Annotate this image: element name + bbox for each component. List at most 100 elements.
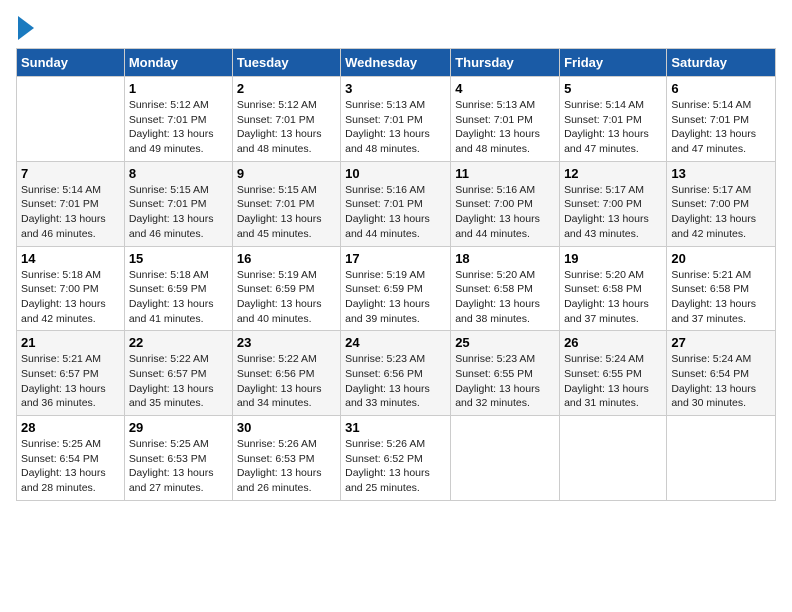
calendar-cell: 10 Sunrise: 5:16 AM Sunset: 7:01 PM Dayli…	[341, 161, 451, 246]
calendar-cell: 31Sunrise: 5:26 AM Sunset: 6:52 PM Dayli…	[341, 416, 451, 501]
day-number: 23	[237, 335, 336, 350]
day-number: 18	[455, 251, 555, 266]
calendar-header: SundayMondayTuesdayWednesdayThursdayFrid…	[17, 49, 776, 77]
calendar-cell: 25Sunrise: 5:23 AM Sunset: 6:55 PM Dayli…	[451, 331, 560, 416]
calendar-cell: 8 Sunrise: 5:15 AM Sunset: 7:01 PM Daylig…	[124, 161, 232, 246]
day-number: 10	[345, 166, 446, 181]
calendar-cell: 6 Sunrise: 5:14 AM Sunset: 7:01 PM Daylig…	[667, 77, 776, 162]
day-number: 14	[21, 251, 120, 266]
day-info: Sunrise: 5:13 AM Sunset: 7:01 PM Dayligh…	[345, 98, 446, 157]
calendar-cell: 23Sunrise: 5:22 AM Sunset: 6:56 PM Dayli…	[232, 331, 340, 416]
col-header-monday: Monday	[124, 49, 232, 77]
calendar-cell: 11 Sunrise: 5:16 AM Sunset: 7:00 PM Dayli…	[451, 161, 560, 246]
calendar-cell: 16 Sunrise: 5:19 AM Sunset: 6:59 PM Dayli…	[232, 246, 340, 331]
day-number: 27	[671, 335, 771, 350]
day-info: Sunrise: 5:12 AM Sunset: 7:01 PM Dayligh…	[129, 98, 228, 157]
day-number: 26	[564, 335, 662, 350]
col-header-friday: Friday	[560, 49, 667, 77]
day-info: Sunrise: 5:14 AM Sunset: 7:01 PM Dayligh…	[671, 98, 771, 157]
calendar-cell: 2 Sunrise: 5:12 AM Sunset: 7:01 PM Daylig…	[232, 77, 340, 162]
day-info: Sunrise: 5:21 AM Sunset: 6:57 PM Dayligh…	[21, 352, 120, 411]
col-header-tuesday: Tuesday	[232, 49, 340, 77]
calendar-cell: 22 Sunrise: 5:22 AM Sunset: 6:57 PM Dayli…	[124, 331, 232, 416]
day-number: 21	[21, 335, 120, 350]
day-info: Sunrise: 5:25 AM Sunset: 6:53 PM Dayligh…	[129, 437, 228, 496]
day-number: 15	[129, 251, 228, 266]
day-info: Sunrise: 5:26 AM Sunset: 6:53 PM Dayligh…	[237, 437, 336, 496]
day-number: 3	[345, 81, 446, 96]
day-info: Sunrise: 5:18 AM Sunset: 6:59 PM Dayligh…	[129, 268, 228, 327]
day-number: 9	[237, 166, 336, 181]
calendar-cell: 24Sunrise: 5:23 AM Sunset: 6:56 PM Dayli…	[341, 331, 451, 416]
day-info: Sunrise: 5:16 AM Sunset: 7:01 PM Dayligh…	[345, 183, 446, 242]
day-number: 22	[129, 335, 228, 350]
calendar-week-4: 21 Sunrise: 5:21 AM Sunset: 6:57 PM Dayli…	[17, 331, 776, 416]
day-info: Sunrise: 5:25 AM Sunset: 6:54 PM Dayligh…	[21, 437, 120, 496]
day-info: Sunrise: 5:17 AM Sunset: 7:00 PM Dayligh…	[564, 183, 662, 242]
day-number: 16	[237, 251, 336, 266]
logo-arrow-icon	[18, 16, 34, 40]
calendar-cell: 15 Sunrise: 5:18 AM Sunset: 6:59 PM Dayli…	[124, 246, 232, 331]
day-number: 29	[129, 420, 228, 435]
day-number: 12	[564, 166, 662, 181]
day-number: 24	[345, 335, 446, 350]
day-number: 20	[671, 251, 771, 266]
logo	[16, 16, 34, 40]
day-number: 1	[129, 81, 228, 96]
day-info: Sunrise: 5:18 AM Sunset: 7:00 PM Dayligh…	[21, 268, 120, 327]
day-info: Sunrise: 5:22 AM Sunset: 6:57 PM Dayligh…	[129, 352, 228, 411]
day-number: 7	[21, 166, 120, 181]
calendar-week-5: 28 Sunrise: 5:25 AM Sunset: 6:54 PM Dayli…	[17, 416, 776, 501]
day-info: Sunrise: 5:21 AM Sunset: 6:58 PM Dayligh…	[671, 268, 771, 327]
day-info: Sunrise: 5:19 AM Sunset: 6:59 PM Dayligh…	[237, 268, 336, 327]
calendar-week-3: 14 Sunrise: 5:18 AM Sunset: 7:00 PM Dayli…	[17, 246, 776, 331]
day-number: 11	[455, 166, 555, 181]
calendar-cell	[451, 416, 560, 501]
calendar-cell: 9 Sunrise: 5:15 AM Sunset: 7:01 PM Daylig…	[232, 161, 340, 246]
day-info: Sunrise: 5:13 AM Sunset: 7:01 PM Dayligh…	[455, 98, 555, 157]
calendar-cell: 7 Sunrise: 5:14 AM Sunset: 7:01 PM Daylig…	[17, 161, 125, 246]
day-number: 2	[237, 81, 336, 96]
calendar-cell	[560, 416, 667, 501]
calendar-cell: 12 Sunrise: 5:17 AM Sunset: 7:00 PM Dayli…	[560, 161, 667, 246]
calendar-week-1: 1 Sunrise: 5:12 AM Sunset: 7:01 PM Daylig…	[17, 77, 776, 162]
calendar-cell: 21 Sunrise: 5:21 AM Sunset: 6:57 PM Dayli…	[17, 331, 125, 416]
col-header-saturday: Saturday	[667, 49, 776, 77]
day-number: 13	[671, 166, 771, 181]
calendar-cell: 14 Sunrise: 5:18 AM Sunset: 7:00 PM Dayli…	[17, 246, 125, 331]
calendar-cell: 19Sunrise: 5:20 AM Sunset: 6:58 PM Dayli…	[560, 246, 667, 331]
day-number: 25	[455, 335, 555, 350]
calendar-cell: 17 Sunrise: 5:19 AM Sunset: 6:59 PM Dayli…	[341, 246, 451, 331]
calendar-cell: 3 Sunrise: 5:13 AM Sunset: 7:01 PM Daylig…	[341, 77, 451, 162]
col-header-sunday: Sunday	[17, 49, 125, 77]
day-info: Sunrise: 5:14 AM Sunset: 7:01 PM Dayligh…	[564, 98, 662, 157]
calendar-cell	[17, 77, 125, 162]
col-header-thursday: Thursday	[451, 49, 560, 77]
page-header	[16, 16, 776, 40]
calendar-cell: 26 Sunrise: 5:24 AM Sunset: 6:55 PM Dayli…	[560, 331, 667, 416]
calendar-cell: 5 Sunrise: 5:14 AM Sunset: 7:01 PM Daylig…	[560, 77, 667, 162]
day-info: Sunrise: 5:15 AM Sunset: 7:01 PM Dayligh…	[237, 183, 336, 242]
calendar-cell	[667, 416, 776, 501]
day-number: 5	[564, 81, 662, 96]
calendar-cell: 20 Sunrise: 5:21 AM Sunset: 6:58 PM Dayli…	[667, 246, 776, 331]
day-number: 17	[345, 251, 446, 266]
calendar-cell: 1 Sunrise: 5:12 AM Sunset: 7:01 PM Daylig…	[124, 77, 232, 162]
day-info: Sunrise: 5:24 AM Sunset: 6:54 PM Dayligh…	[671, 352, 771, 411]
calendar-table: SundayMondayTuesdayWednesdayThursdayFrid…	[16, 48, 776, 501]
day-number: 31	[345, 420, 446, 435]
calendar-cell: 27 Sunrise: 5:24 AM Sunset: 6:54 PM Dayli…	[667, 331, 776, 416]
day-number: 8	[129, 166, 228, 181]
day-number: 4	[455, 81, 555, 96]
day-info: Sunrise: 5:15 AM Sunset: 7:01 PM Dayligh…	[129, 183, 228, 242]
day-info: Sunrise: 5:12 AM Sunset: 7:01 PM Dayligh…	[237, 98, 336, 157]
day-info: Sunrise: 5:17 AM Sunset: 7:00 PM Dayligh…	[671, 183, 771, 242]
day-info: Sunrise: 5:14 AM Sunset: 7:01 PM Dayligh…	[21, 183, 120, 242]
day-info: Sunrise: 5:19 AM Sunset: 6:59 PM Dayligh…	[345, 268, 446, 327]
day-number: 28	[21, 420, 120, 435]
day-number: 6	[671, 81, 771, 96]
calendar-cell: 29 Sunrise: 5:25 AM Sunset: 6:53 PM Dayli…	[124, 416, 232, 501]
day-info: Sunrise: 5:24 AM Sunset: 6:55 PM Dayligh…	[564, 352, 662, 411]
day-info: Sunrise: 5:16 AM Sunset: 7:00 PM Dayligh…	[455, 183, 555, 242]
calendar-cell: 28 Sunrise: 5:25 AM Sunset: 6:54 PM Dayli…	[17, 416, 125, 501]
